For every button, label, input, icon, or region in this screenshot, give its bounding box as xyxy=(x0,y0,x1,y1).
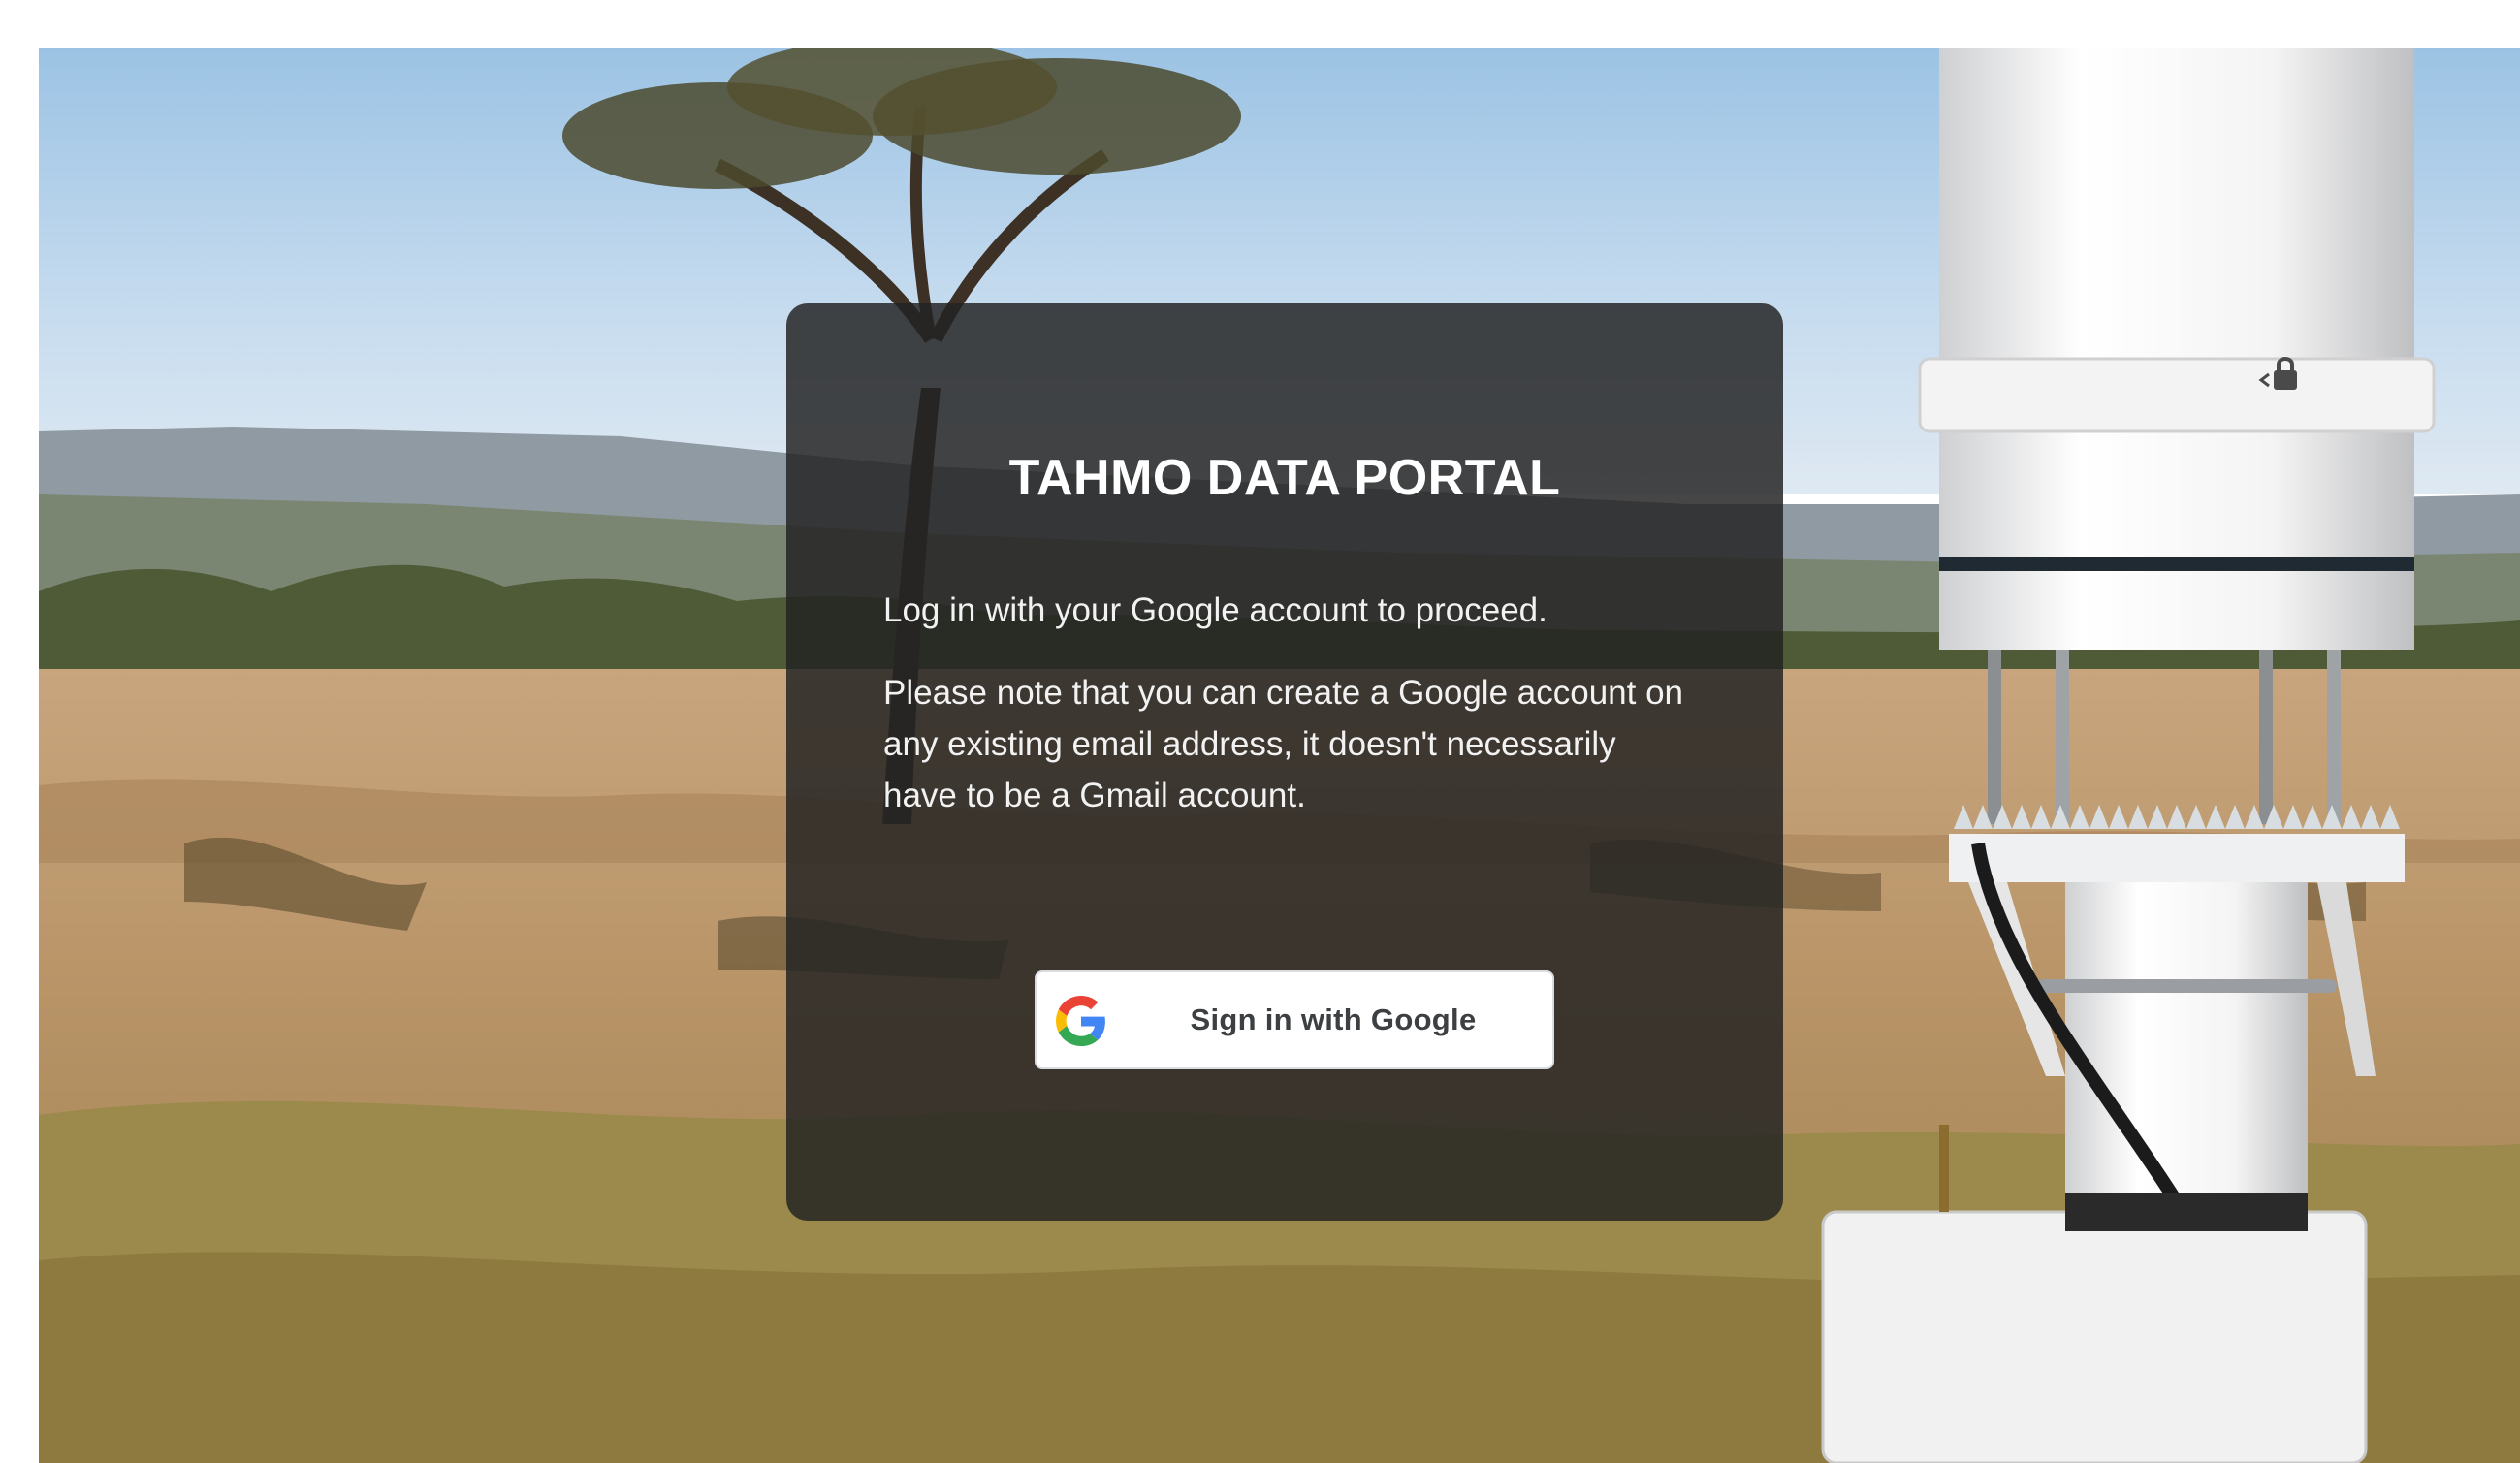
background-photo: TAHMO DATA PORTAL Log in with your Googl… xyxy=(39,48,2520,1463)
login-intro-text: Log in with your Google account to proce… xyxy=(883,591,1547,629)
login-card: TAHMO DATA PORTAL Log in with your Googl… xyxy=(786,303,1783,1221)
google-g-icon xyxy=(1056,996,1105,1046)
sign-in-with-google-label: Sign in with Google xyxy=(1190,1002,1477,1036)
login-page: TAHMO DATA PORTAL Log in with your Googl… xyxy=(0,0,2520,1463)
portal-title: TAHMO DATA PORTAL xyxy=(1008,450,1561,506)
sign-in-with-google-button[interactable]: Sign in with Google xyxy=(1035,970,1554,1069)
google-account-note: Please note that you can create a Google… xyxy=(883,674,1684,814)
